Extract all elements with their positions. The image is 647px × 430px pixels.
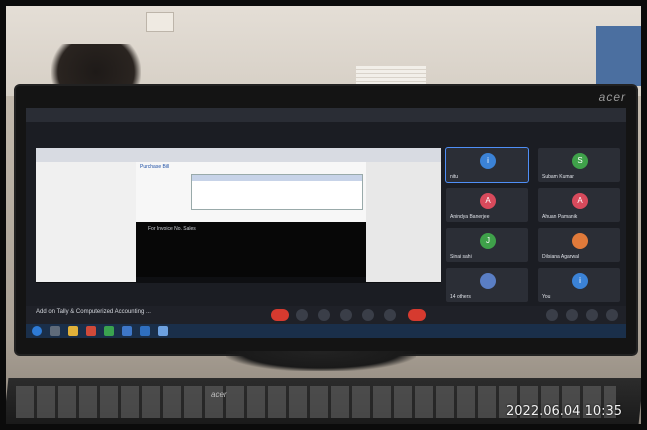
monitor-brand: acer — [598, 90, 626, 104]
monitor: acer Purchase Bill For Invoice No. Sales… — [16, 86, 636, 354]
taskbar-app-icon[interactable] — [140, 326, 150, 336]
photo-timestamp: 2022.06.04 10:35 — [506, 404, 623, 419]
spreadsheet-left-pane — [36, 162, 136, 282]
taskbar-app-icon[interactable] — [50, 326, 60, 336]
participant-tile[interactable]: Dilsiana Agarwal — [538, 228, 620, 262]
participant-tile[interactable]: S Subam Kumar — [538, 148, 620, 182]
spreadsheet-grid: Purchase Bill — [136, 162, 366, 222]
shared-screen: Purchase Bill For Invoice No. Sales — [36, 148, 441, 283]
participant-name: 14 others — [450, 294, 471, 300]
participant-tile[interactable]: A Ahuan Pamanik — [538, 188, 620, 222]
participant-name: You — [542, 294, 551, 300]
mic-button[interactable] — [271, 309, 289, 321]
wall-switch — [146, 12, 174, 32]
taskbar-app-icon[interactable] — [158, 326, 168, 336]
monitor-stand — [226, 351, 416, 371]
present-button[interactable] — [362, 309, 374, 321]
participant-name: Anindya Banerjee — [450, 214, 490, 220]
chat-button[interactable] — [586, 309, 598, 321]
participant-name: Subam Kumar — [542, 174, 574, 180]
browser-icon[interactable] — [104, 326, 114, 336]
avatar: S — [572, 153, 588, 169]
windows-taskbar — [26, 324, 626, 338]
paper-stack — [356, 66, 426, 88]
avatar: J — [480, 233, 496, 249]
participant-tile[interactable]: A Anindya Banerjee — [446, 188, 528, 222]
camera-button[interactable] — [296, 309, 308, 321]
avatar: i — [572, 273, 588, 289]
raise-hand-button[interactable] — [340, 309, 352, 321]
participant-tile[interactable]: i You — [538, 268, 620, 302]
avatar: i — [480, 153, 496, 169]
participant-name: Ahuan Pamanik — [542, 214, 578, 220]
participant-grid: i nitu S Subam Kumar A Anindya Banerjee … — [446, 148, 622, 303]
participant-tile[interactable]: 14 others — [446, 268, 528, 302]
more-options-button[interactable] — [384, 309, 396, 321]
photo: acer Purchase Bill For Invoice No. Sales… — [6, 6, 641, 424]
spreadsheet-ribbon — [36, 148, 441, 162]
info-button[interactable] — [546, 309, 558, 321]
avatar — [480, 273, 496, 289]
sheet-caption: For Invoice No. Sales — [148, 226, 196, 232]
participant-name: Sinai sahi — [450, 254, 472, 260]
meeting-title: Add on Tally & Computerized Accounting .… — [36, 309, 151, 315]
leave-call-button[interactable] — [408, 309, 426, 321]
participant-name: Dilsiana Agarwal — [542, 254, 579, 260]
taskbar-app-icon[interactable] — [86, 326, 96, 336]
keyboard-brand: acer — [211, 390, 227, 399]
sheet-title: Purchase Bill — [140, 164, 170, 170]
people-button[interactable] — [566, 309, 578, 321]
avatar: A — [480, 193, 496, 209]
bill-table — [191, 174, 363, 210]
meeting-controls: Add on Tally & Computerized Accounting .… — [26, 306, 626, 324]
participant-tile[interactable]: i nitu — [446, 148, 528, 182]
start-icon[interactable] — [32, 326, 42, 336]
taskbar-app-icon[interactable] — [122, 326, 132, 336]
spreadsheet-right-pane — [366, 162, 441, 282]
participant-name: nitu — [450, 174, 459, 180]
captions-button[interactable] — [318, 309, 330, 321]
participant-tile[interactable]: J Sinai sahi — [446, 228, 528, 262]
folder-icon[interactable] — [68, 326, 78, 336]
browser-topbar — [26, 108, 626, 122]
activities-button[interactable] — [606, 309, 618, 321]
avatar: A — [572, 193, 588, 209]
blue-box — [596, 26, 641, 86]
avatar — [572, 233, 588, 249]
meeting-screen: Purchase Bill For Invoice No. Sales i ni… — [26, 108, 626, 338]
